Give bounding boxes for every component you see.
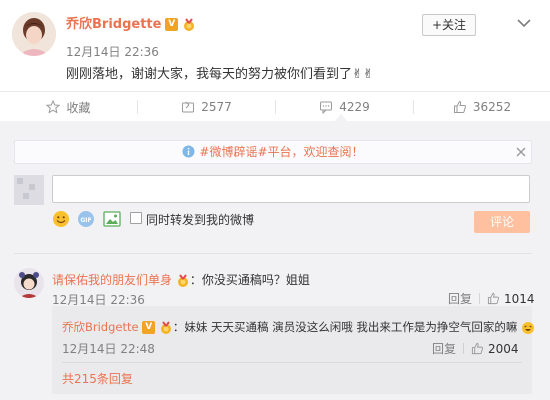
author-avatar[interactable] [12, 12, 56, 56]
rumor-notice-bar: #微博辟谣#平台，欢迎查阅！ [14, 140, 532, 164]
emoji-button[interactable] [52, 210, 70, 228]
svg-text:GIF: GIF [80, 217, 91, 224]
verified-badge-icon: V [165, 18, 179, 31]
repost-count: 2577 [201, 100, 232, 114]
thumbs-up-icon[interactable] [471, 342, 484, 355]
reply-actions: 回复 2004 [432, 340, 519, 357]
post-author-line: 乔欣Bridgette V [66, 13, 196, 32]
favorite-label: 收藏 [66, 100, 91, 115]
repost-icon [182, 101, 195, 113]
close-notice-button[interactable] [514, 145, 528, 159]
star-icon [46, 100, 61, 114]
my-avatar [14, 175, 44, 205]
reply-like-count: 2004 [488, 341, 519, 356]
comment-text: ：你没买通稿吗？姐姐 [189, 273, 310, 287]
comment-line: 请保佑我的朋友们单身 ：你没买通稿吗？姐姐 [52, 271, 310, 288]
follow-button[interactable]: +关注 [422, 14, 476, 36]
thumbs-up-icon [453, 100, 466, 113]
commenter-avatar[interactable] [14, 268, 44, 298]
reply-line: 乔欣Bridgette V ：妹妹 天天买通稿 演员没这么闲哦 我出来工作是为挣… [62, 319, 535, 335]
divider [479, 293, 481, 304]
reply-time: 12月14日 22:48 [62, 342, 155, 356]
comment-count: 4229 [339, 100, 370, 114]
reply-text: ：妹妹 天天买通稿 演员没这么闲哦 我出来工作是为挣空气回家的嘛 [172, 320, 518, 334]
comment-icon [320, 101, 333, 114]
divider [14, 253, 532, 254]
comment-input[interactable] [52, 175, 530, 203]
gif-icon: GIF [78, 211, 94, 227]
divider [62, 362, 522, 363]
image-button[interactable] [103, 210, 121, 228]
reply-button[interactable]: 回复 [448, 290, 472, 307]
reply-button[interactable]: 回复 [432, 340, 456, 357]
more-options-button[interactable] [515, 14, 533, 32]
rumor-platform-link[interactable]: #微博辟谣#平台 [199, 145, 291, 159]
verified-badge-icon: V [142, 321, 156, 334]
medal-icon [160, 320, 171, 334]
reply-author-name[interactable]: 乔欣Bridgette [62, 320, 139, 334]
submit-comment-button[interactable]: 评论 [474, 211, 530, 233]
chevron-down-icon [517, 19, 531, 28]
medal-icon [177, 273, 188, 287]
post-text: 刚刚落地，谢谢大家，我每天的努力被你们看到了✌✌ [66, 67, 374, 82]
thumbs-up-icon[interactable] [487, 292, 500, 305]
laughing-emoji-icon [522, 321, 535, 334]
like-count: 36252 [472, 100, 512, 114]
commenter-name[interactable]: 请保佑我的朋友们单身 [52, 273, 172, 287]
gif-button[interactable]: GIF [77, 210, 95, 228]
like-button[interactable]: 36252 [414, 92, 550, 122]
repost-button[interactable]: 2577 [138, 92, 275, 122]
post-time[interactable]: 12月14日 22:36 [66, 43, 159, 60]
favorite-button[interactable]: 收藏 [0, 92, 137, 122]
pointer-arrow-icon [334, 114, 348, 122]
view-all-replies-link[interactable]: 共215条回复 [62, 370, 133, 387]
comment-like-count: 1014 [504, 291, 535, 306]
medal-icon [184, 17, 195, 31]
comment-actions: 回复 1014 [448, 290, 535, 307]
close-icon [516, 147, 526, 157]
repost-option-label: 同时转发到我的微博 [146, 213, 255, 227]
picture-icon [103, 211, 121, 227]
repost-checkbox[interactable] [130, 212, 142, 224]
divider [463, 343, 465, 354]
smiley-icon [53, 211, 69, 227]
notice-suffix: ，欢迎查阅！ [291, 145, 364, 159]
post-author-name[interactable]: 乔欣Bridgette [66, 17, 161, 32]
info-icon [182, 145, 195, 158]
post-action-bar: 收藏 2577 4229 36252 [0, 91, 550, 121]
